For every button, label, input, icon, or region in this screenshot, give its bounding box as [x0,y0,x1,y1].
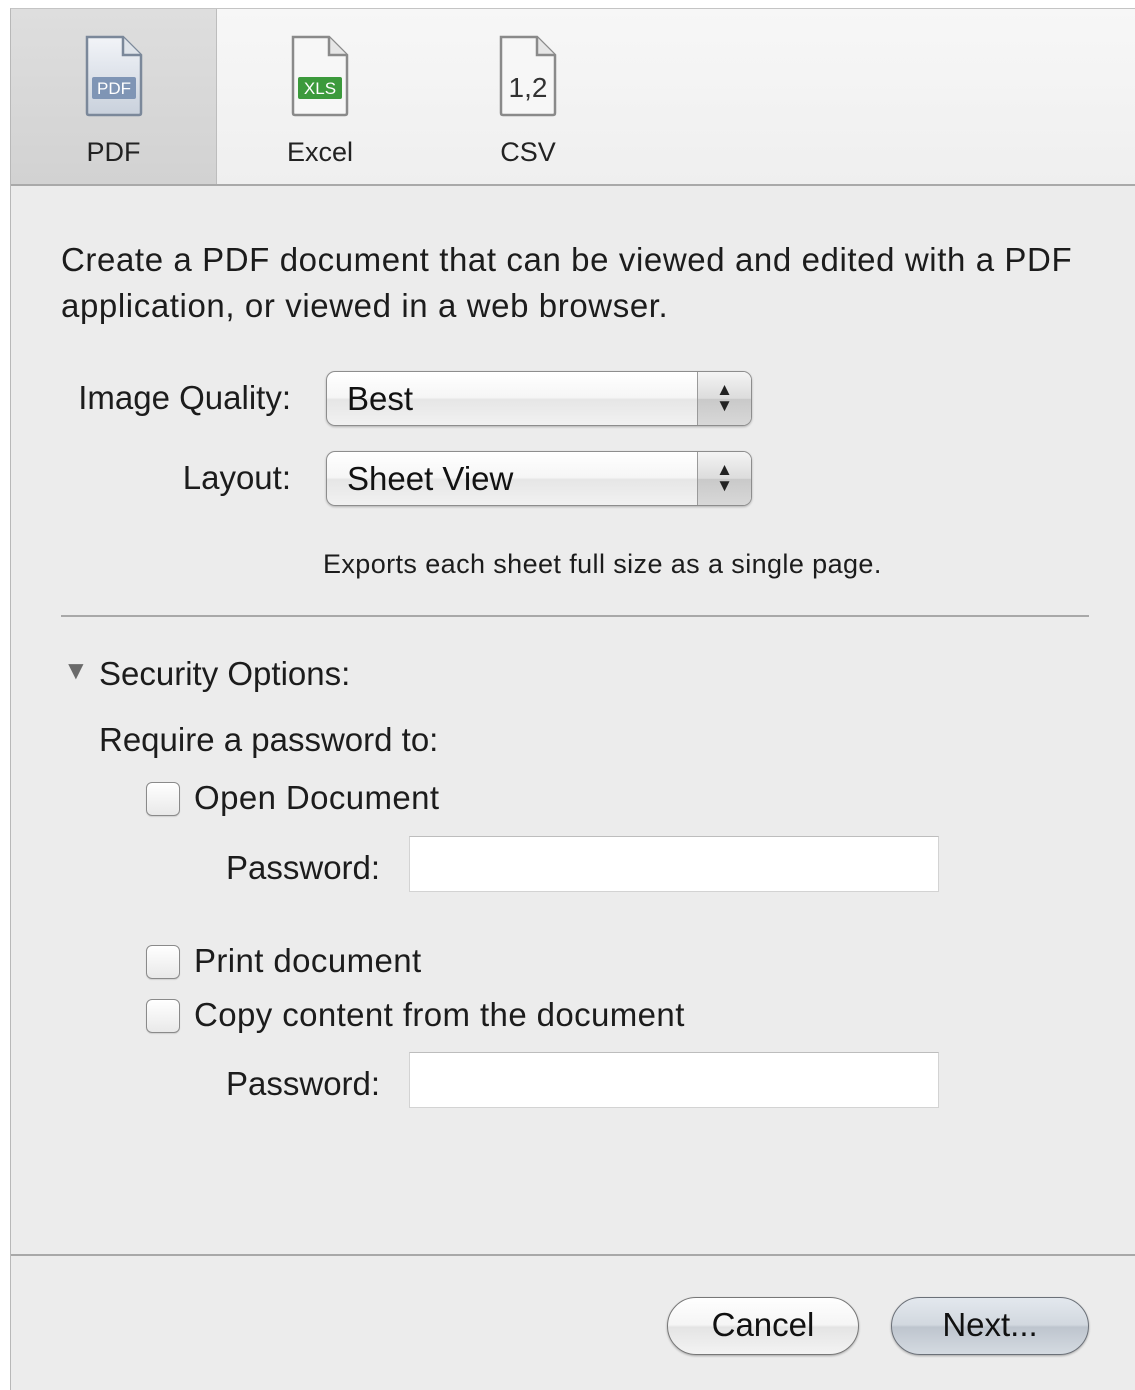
tab-excel[interactable]: XLS Excel [217,9,423,184]
tab-pdf[interactable]: PDF PDF [11,9,217,184]
permissions-password-label: Password: [226,1065,381,1102]
xls-badge-text: XLS [304,79,336,98]
image-quality-select[interactable]: Best ▲ ▼ [326,371,752,426]
tab-csv-label: CSV [500,137,556,167]
next-button[interactable]: Next... [891,1297,1089,1355]
footer-divider [11,1254,1135,1256]
disclosure-triangle-icon[interactable]: ▼ [63,655,89,686]
layout-hint: Exports each sheet full size as a single… [323,549,882,579]
require-password-title: Require a password to: [99,721,439,758]
open-document-label: Open Document [194,779,440,816]
format-description: Create a PDF document that can be viewed… [61,241,1073,324]
tab-pdf-label: PDF [86,137,141,167]
image-quality-label: Image Quality: [78,379,291,416]
image-quality-value: Best [347,380,414,417]
up-down-arrows-icon: ▲ ▼ [697,452,751,505]
csv-badge-text: 1,2 [509,72,548,103]
tab-csv[interactable]: 1,2 CSV [425,9,631,184]
export-dialog: PDF PDF XLS Excel 1,2 CSV Create a PDF d… [10,8,1135,1390]
print-document-label: Print document [194,942,422,979]
open-document-checkbox[interactable] [146,782,180,816]
pdf-document-icon: PDF [85,35,142,117]
xls-document-icon: XLS [291,35,349,117]
security-options-title: Security Options: [99,655,351,692]
copy-content-checkbox[interactable] [146,999,180,1033]
layout-select[interactable]: Sheet View ▲ ▼ [326,451,752,506]
csv-document-icon: 1,2 [499,35,557,117]
permissions-password-field[interactable] [409,1052,939,1108]
layout-value: Sheet View [347,460,514,497]
open-password-label: Password: [226,849,381,886]
open-password-field[interactable] [409,836,939,892]
copy-content-label: Copy content from the document [194,996,685,1033]
layout-label: Layout: [182,459,291,496]
pdf-badge-text: PDF [97,79,131,98]
print-document-checkbox[interactable] [146,945,180,979]
cancel-button[interactable]: Cancel [667,1297,859,1355]
up-down-arrows-icon: ▲ ▼ [697,372,751,425]
tab-excel-label: Excel [286,137,354,167]
section-divider [61,615,1089,617]
format-toolbar: PDF PDF XLS Excel 1,2 CSV [11,9,1135,186]
